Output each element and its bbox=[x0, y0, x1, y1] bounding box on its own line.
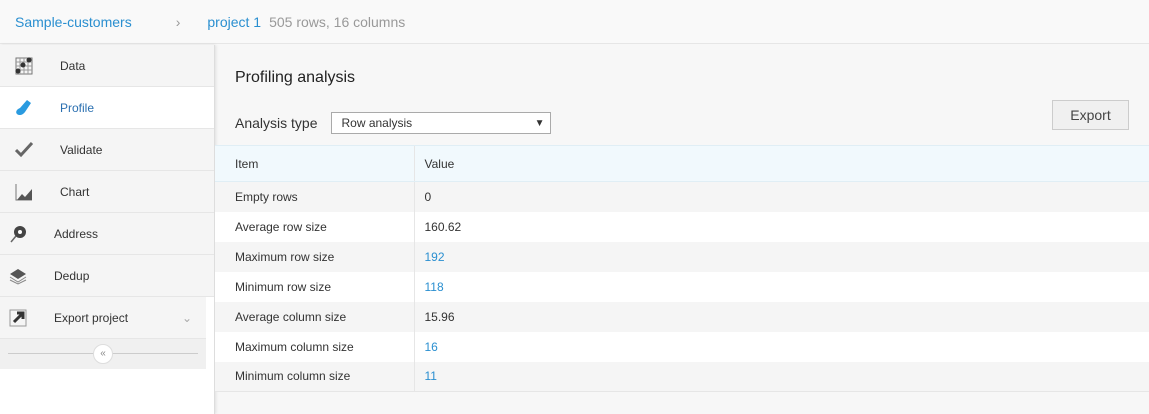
sidebar-item-export-project[interactable]: Export project ⌄ bbox=[0, 297, 206, 339]
breadcrumb-project-link[interactable]: project 1 bbox=[207, 14, 261, 30]
sidebar-item-data[interactable]: Data bbox=[0, 45, 214, 87]
export-icon bbox=[8, 308, 28, 328]
column-header-item: Item bbox=[215, 145, 414, 182]
breadcrumb: Sample-customers › project 1 505 rows, 1… bbox=[0, 0, 1149, 44]
row-item: Minimum row size bbox=[215, 271, 414, 302]
row-value: 160.62 bbox=[413, 211, 1149, 242]
analysis-type-select[interactable]: Row analysis ▼ bbox=[331, 112, 552, 134]
row-value[interactable]: 192 bbox=[413, 241, 1149, 272]
chart-icon bbox=[14, 182, 34, 202]
row-value: 0 bbox=[413, 181, 1149, 212]
main-panel: Profiling analysis Analysis type Row ana… bbox=[215, 45, 1149, 414]
flask-icon bbox=[14, 98, 34, 118]
row-item: Minimum column size bbox=[215, 361, 414, 392]
analysis-type-label: Analysis type bbox=[235, 115, 318, 131]
row-item: Average column size bbox=[215, 301, 414, 332]
collapse-sidebar-button[interactable]: « bbox=[93, 344, 113, 364]
row-item: Maximum column size bbox=[215, 331, 414, 362]
sidebar: Data Profile Validate Chart Address Dedu… bbox=[0, 45, 215, 414]
sidebar-item-validate[interactable]: Validate bbox=[0, 129, 214, 171]
page-title: Profiling analysis bbox=[235, 69, 356, 86]
sidebar-item-label: Chart bbox=[60, 184, 90, 199]
sidebar-item-label: Data bbox=[60, 58, 86, 73]
table-row: Minimum row size 118 bbox=[215, 271, 1149, 302]
row-value: 15.96 bbox=[413, 301, 1149, 332]
layers-icon bbox=[8, 266, 28, 286]
sidebar-item-chart[interactable]: Chart bbox=[0, 171, 214, 213]
analysis-type-value: Row analysis bbox=[341, 116, 413, 130]
map-pin-icon bbox=[8, 224, 28, 244]
row-value[interactable]: 16 bbox=[413, 331, 1149, 362]
sidebar-item-address[interactable]: Address bbox=[0, 213, 214, 255]
chevron-right-icon: › bbox=[175, 13, 181, 30]
export-button[interactable]: Export bbox=[1052, 100, 1129, 130]
row-item: Average row size bbox=[215, 211, 414, 242]
row-value[interactable]: 118 bbox=[413, 271, 1149, 302]
table-row: Maximum column size 16 bbox=[215, 331, 1149, 362]
row-value[interactable]: 11 bbox=[413, 361, 1149, 392]
sidebar-item-label: Address bbox=[54, 226, 99, 241]
dropdown-arrow-icon: ▼ bbox=[534, 117, 545, 129]
row-item: Empty rows bbox=[215, 181, 414, 212]
table-row: Maximum row size 192 bbox=[215, 241, 1149, 272]
sidebar-item-label: Profile bbox=[60, 100, 95, 115]
row-item: Maximum row size bbox=[215, 241, 414, 272]
sidebar-item-profile[interactable]: Profile bbox=[0, 87, 214, 129]
sidebar-item-label: Export project bbox=[54, 310, 129, 325]
column-header-value: Value bbox=[413, 145, 1149, 182]
chevron-down-icon[interactable]: ⌄ bbox=[182, 311, 192, 325]
table-row: Average row size 160.62 bbox=[215, 211, 1149, 242]
sidebar-item-label: Dedup bbox=[54, 268, 90, 283]
grid-icon bbox=[14, 56, 34, 76]
sidebar-item-dedup[interactable]: Dedup bbox=[0, 255, 214, 297]
check-icon bbox=[14, 140, 34, 160]
sidebar-collapse-bar: « bbox=[0, 339, 206, 369]
sidebar-item-label: Validate bbox=[60, 142, 103, 157]
profiling-table: Item Value Empty rows 0 Average row size 160… bbox=[215, 145, 1149, 392]
table-row: Average column size 15.96 bbox=[215, 301, 1149, 332]
table-row: Minimum column size 11 bbox=[215, 361, 1149, 392]
table-row: Empty rows 0 bbox=[215, 181, 1149, 212]
breadcrumb-dataset-link[interactable]: Sample-customers bbox=[15, 14, 132, 30]
dataset-meta: 505 rows, 16 columns bbox=[269, 13, 406, 30]
